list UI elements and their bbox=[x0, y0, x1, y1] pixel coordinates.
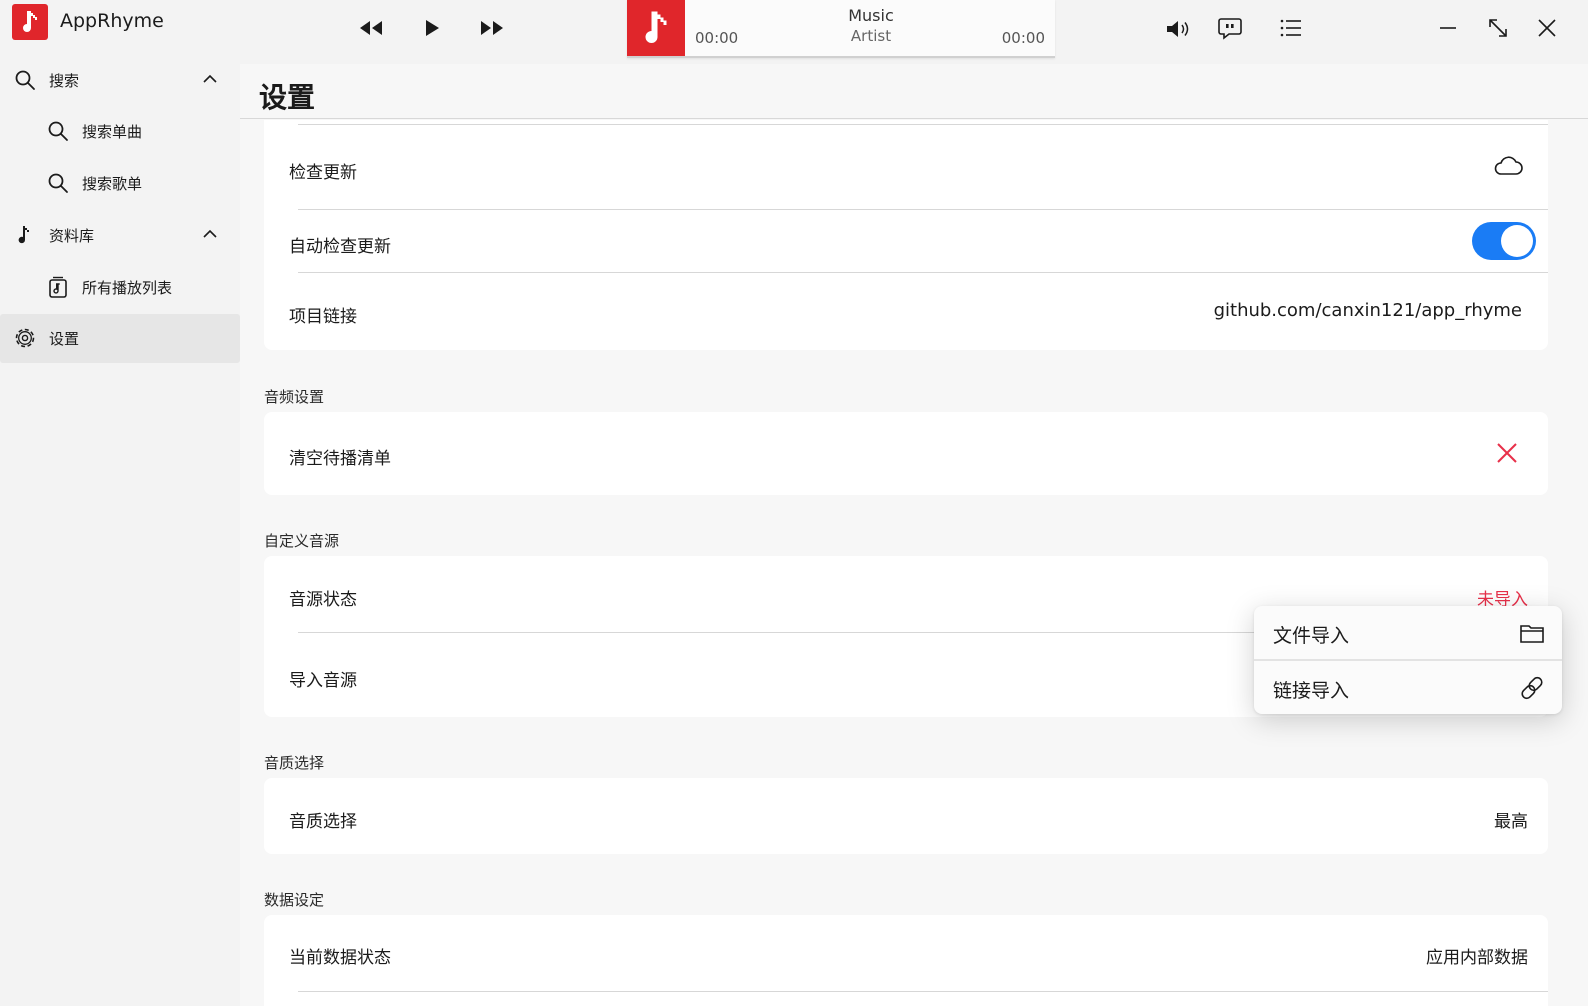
volume-button[interactable] bbox=[1162, 12, 1196, 46]
divider bbox=[298, 124, 1548, 125]
list-icon bbox=[1280, 19, 1301, 37]
sidebar-item-label: 搜索单曲 bbox=[82, 123, 143, 141]
divider bbox=[298, 272, 1548, 273]
music-note-icon bbox=[18, 226, 29, 244]
sidebar-item-label: 设置 bbox=[49, 330, 80, 348]
previous-button[interactable] bbox=[354, 11, 388, 45]
sidebar: AppRhyme 搜索 搜索单曲 搜索歌单 资料库 所有播放列表 设置 bbox=[0, 0, 240, 1006]
sidebar-item-label: 搜索 bbox=[49, 72, 80, 90]
app-title: AppRhyme bbox=[60, 10, 164, 32]
update-settings-card: 检查更新 自动检查更新 项目链接 github.com/canxin121/ap… bbox=[264, 120, 1548, 350]
data-status-label: 当前数据状态 bbox=[289, 948, 391, 968]
import-source-menu: 文件导入 链接导入 bbox=[1254, 606, 1562, 714]
check-update-label: 检查更新 bbox=[289, 163, 357, 183]
chevron-up-icon[interactable] bbox=[200, 224, 220, 244]
sidebar-item-settings[interactable]: 设置 bbox=[0, 314, 240, 363]
chevron-up-icon[interactable] bbox=[200, 69, 220, 89]
volume-icon bbox=[1167, 21, 1189, 37]
music-note-icon bbox=[23, 11, 37, 32]
sidebar-item-library[interactable]: 资料库 bbox=[0, 211, 240, 259]
track-artist: Artist bbox=[850, 27, 892, 45]
menu-item-label: 链接导入 bbox=[1273, 680, 1350, 702]
next-button[interactable] bbox=[475, 11, 509, 45]
playlist-queue-button[interactable] bbox=[1274, 11, 1308, 45]
close-button[interactable] bbox=[1530, 11, 1564, 45]
total-time: 00:00 bbox=[1001, 29, 1045, 47]
sidebar-item-label: 搜索歌单 bbox=[82, 175, 143, 193]
play-icon bbox=[426, 20, 439, 36]
import-source-label[interactable]: 导入音源 bbox=[289, 666, 357, 691]
sidebar-item-search-playlist[interactable]: 搜索歌单 bbox=[0, 159, 240, 207]
toggle-knob bbox=[1501, 225, 1533, 257]
data-status-value: 应用内部数据 bbox=[1426, 948, 1528, 968]
project-link-label: 项目链接 bbox=[289, 307, 357, 327]
audio-settings-card: 清空待播清单 bbox=[264, 412, 1548, 495]
rewind-icon bbox=[360, 21, 382, 35]
section-quality-label: 音质选择 bbox=[264, 754, 325, 772]
close-icon[interactable] bbox=[1496, 442, 1518, 464]
expand-icon bbox=[1489, 19, 1507, 37]
quality-card[interactable]: 音质选择 最高 bbox=[264, 778, 1548, 854]
sidebar-item-search[interactable]: 搜索 bbox=[0, 56, 240, 104]
track-title: Music bbox=[848, 6, 894, 25]
section-data-label: 数据设定 bbox=[264, 891, 325, 909]
link-import-menu-item[interactable]: 链接导入 bbox=[1254, 661, 1562, 714]
file-import-menu-item[interactable]: 文件导入 bbox=[1254, 606, 1562, 659]
current-time: 00:00 bbox=[695, 29, 739, 47]
gear-icon bbox=[15, 328, 35, 348]
divider bbox=[240, 118, 1588, 119]
source-status-label: 音源状态 bbox=[289, 590, 357, 610]
auto-check-update-toggle[interactable] bbox=[1472, 222, 1536, 260]
page-title: 设置 bbox=[259, 81, 316, 114]
app-logo bbox=[12, 4, 48, 40]
search-icon bbox=[48, 173, 68, 193]
quality-value[interactable]: 最高 bbox=[1494, 807, 1528, 832]
maximize-button[interactable] bbox=[1481, 11, 1515, 45]
music-note-icon bbox=[645, 11, 667, 43]
search-icon bbox=[15, 70, 35, 90]
fast-forward-icon bbox=[481, 21, 503, 35]
close-icon bbox=[1538, 19, 1556, 37]
data-settings-card: 当前数据状态 应用内部数据 bbox=[264, 915, 1548, 1006]
section-audio-label: 音频设置 bbox=[264, 388, 325, 406]
sidebar-item-search-song[interactable]: 搜索单曲 bbox=[0, 107, 240, 155]
minimize-button[interactable] bbox=[1431, 11, 1465, 45]
section-custom-source-label: 自定义音源 bbox=[264, 532, 340, 550]
lyrics-bubble-icon bbox=[1218, 18, 1242, 40]
minimize-icon bbox=[1440, 27, 1456, 29]
sidebar-item-label: 所有播放列表 bbox=[82, 279, 173, 297]
search-icon bbox=[48, 121, 68, 141]
folder-icon bbox=[1520, 625, 1544, 643]
clear-queue-label: 清空待播清单 bbox=[289, 449, 391, 469]
top-player-bar: 00:00 00:00 Music Artist bbox=[240, 0, 1588, 64]
now-playing-card[interactable]: 00:00 00:00 Music Artist bbox=[627, 0, 1055, 58]
project-link-value[interactable]: github.com/canxin121/app_rhyme bbox=[1214, 300, 1522, 321]
cloud-icon[interactable] bbox=[1492, 154, 1524, 178]
quality-label: 音质选择 bbox=[289, 812, 357, 832]
lyrics-button[interactable] bbox=[1213, 11, 1247, 45]
menu-item-label: 文件导入 bbox=[1273, 625, 1350, 647]
settings-page: 设置 检查更新 自动检查更新 项目链接 github.com/canxin121… bbox=[240, 64, 1588, 1006]
sidebar-item-label: 资料库 bbox=[49, 227, 95, 245]
album-cover bbox=[627, 0, 685, 56]
link-icon bbox=[1521, 676, 1543, 700]
auto-check-update-label: 自动检查更新 bbox=[289, 237, 391, 257]
divider bbox=[298, 991, 1548, 992]
sidebar-item-all-playlists[interactable]: 所有播放列表 bbox=[0, 263, 240, 311]
playlist-icon bbox=[49, 276, 67, 298]
divider bbox=[298, 209, 1548, 210]
play-button[interactable] bbox=[415, 11, 449, 45]
